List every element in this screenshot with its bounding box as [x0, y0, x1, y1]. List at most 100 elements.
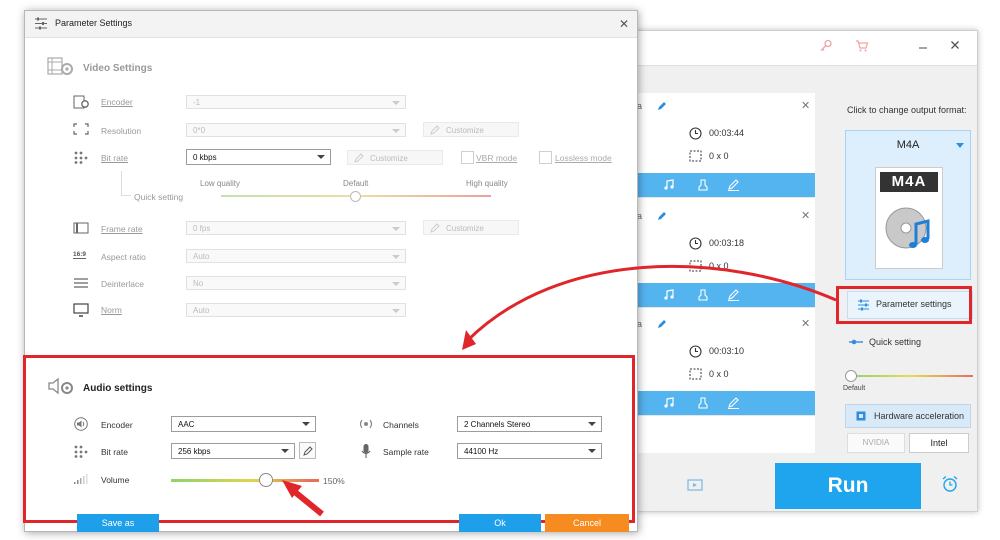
quality-high-label: High quality — [466, 179, 508, 188]
frame-rate-select[interactable]: 0 fps — [186, 221, 406, 235]
quick-setting-slider-track[interactable] — [849, 375, 973, 377]
edit-pencil-icon[interactable] — [657, 211, 667, 221]
edit-icon[interactable] — [727, 179, 740, 191]
quick-setting-default-label: Default — [843, 385, 866, 392]
audio-settings-title: Audio settings — [83, 383, 153, 394]
frame-rate-customize-button[interactable]: Customize — [423, 220, 519, 235]
frame-rate-label: Frame rate — [101, 224, 143, 234]
video-encoder-select[interactable]: -1 — [186, 95, 406, 109]
resolution-customize-button[interactable]: Customize — [423, 122, 519, 137]
edit-icon[interactable] — [727, 397, 740, 409]
volume-slider-handle[interactable] — [258, 473, 273, 487]
deinterlace-label: Deinterlace — [101, 279, 144, 289]
parameter-settings-highlight — [836, 286, 972, 324]
remove-file-icon[interactable]: ✕ — [801, 99, 810, 112]
channels-select[interactable]: 2 Channels Stereo — [457, 416, 602, 432]
file-card[interactable]: a ✕ 00:03:44 0 x 0 — [635, 93, 815, 198]
pencil-icon — [354, 153, 364, 163]
quick-setting-connector — [121, 171, 122, 195]
lossless-mode-label[interactable]: Lossless mode — [555, 153, 612, 163]
audio-track-icon[interactable] — [663, 179, 675, 191]
file-card-toolbar — [635, 391, 815, 415]
pencil-icon — [303, 446, 313, 456]
vbr-mode-checkbox[interactable] — [461, 151, 474, 164]
file-card[interactable]: a ✕ 00:03:18 0 x 0 — [635, 203, 815, 308]
audio-bitrate-edit-button[interactable] — [299, 442, 316, 459]
video-settings-title: Video Settings — [83, 63, 153, 74]
alarm-clock-icon[interactable] — [941, 475, 959, 493]
output-folder-icon[interactable] — [687, 478, 703, 492]
bitrate-dots-icon — [73, 150, 89, 164]
sample-rate-select[interactable]: 44100 Hz — [457, 443, 602, 459]
remove-file-icon[interactable]: ✕ — [801, 209, 810, 222]
run-button[interactable]: Run — [775, 463, 921, 509]
video-bitrate-label: Bit rate — [101, 153, 128, 163]
file-resolution: 0 x 0 — [709, 369, 729, 379]
frame-rate-icon — [73, 222, 89, 234]
video-quality-slider-handle[interactable] — [350, 191, 361, 202]
quality-default-label: Default — [343, 179, 369, 188]
hardware-acceleration-button[interactable]: Hardware acceleration — [845, 404, 971, 428]
lossless-mode-checkbox[interactable] — [539, 151, 552, 164]
frame-rate-customize-label: Customize — [446, 224, 484, 233]
audio-bitrate-dots-icon — [73, 444, 89, 458]
subtitle-icon[interactable] — [697, 179, 709, 191]
cart-icon[interactable] — [855, 39, 869, 53]
intel-option[interactable]: Intel — [909, 433, 969, 453]
resolution-icon — [73, 123, 89, 135]
deinterlace-select[interactable]: No — [186, 276, 406, 290]
settings-sliders-icon — [34, 17, 48, 30]
video-bitrate-select[interactable]: 0 kbps — [186, 149, 331, 165]
pencil-icon — [430, 223, 440, 233]
resolution-customize-label: Customize — [446, 126, 484, 135]
minimize-icon[interactable] — [917, 39, 929, 51]
audio-bitrate-label: Bit rate — [101, 447, 128, 457]
crop-icon — [689, 150, 702, 162]
audio-track-icon[interactable] — [663, 397, 675, 409]
nvidia-option[interactable]: NVIDIA — [847, 433, 905, 453]
aspect-ratio-select[interactable]: Auto — [186, 249, 406, 263]
quick-setting-icon — [849, 339, 863, 345]
audio-settings-icon — [47, 375, 75, 397]
norm-select[interactable]: Auto — [186, 303, 406, 317]
format-thumbnail: M4A — [875, 167, 943, 269]
audio-encoder-select[interactable]: AAC — [171, 416, 316, 432]
ok-button[interactable]: Ok — [459, 514, 541, 532]
video-quick-setting-label: Quick setting — [134, 192, 184, 202]
dialog-titlebar: Parameter Settings ✕ — [25, 11, 637, 38]
vbr-mode-label[interactable]: VBR mode — [476, 153, 517, 163]
subtitle-icon[interactable] — [697, 289, 709, 301]
norm-label: Norm — [101, 305, 122, 315]
audio-bitrate-select[interactable]: 256 kbps — [171, 443, 295, 459]
save-as-button[interactable]: Save as — [77, 514, 159, 532]
audio-settings-highlight — [23, 355, 635, 523]
edit-pencil-icon[interactable] — [657, 319, 667, 329]
file-card-toolbar — [635, 283, 815, 307]
file-resolution: 0 x 0 — [709, 261, 729, 271]
sample-rate-label: Sample rate — [383, 447, 429, 457]
edit-icon[interactable] — [727, 289, 740, 301]
video-resolution-label: Resolution — [101, 126, 142, 136]
bitrate-customize-label: Customize — [370, 154, 408, 163]
key-icon[interactable] — [819, 39, 833, 53]
change-format-label: Click to change output format: — [847, 105, 967, 115]
remove-file-icon[interactable]: ✕ — [801, 317, 810, 330]
file-card[interactable]: a ✕ 00:03:10 0 x 0 — [635, 311, 815, 416]
encoder-icon — [73, 95, 89, 109]
subtitle-icon[interactable] — [697, 397, 709, 409]
quality-low-label: Low quality — [200, 179, 241, 188]
video-resolution-select[interactable]: 0*0 — [186, 123, 406, 137]
bitrate-customize-button[interactable]: Customize — [347, 150, 443, 165]
quick-setting-slider-handle[interactable] — [845, 370, 857, 382]
volume-label: Volume — [101, 475, 130, 485]
channels-label: Channels — [383, 420, 419, 430]
dropdown-arrow-icon[interactable] — [956, 143, 964, 149]
output-format-selector[interactable]: M4A M4A — [845, 130, 971, 280]
close-icon[interactable] — [949, 39, 961, 51]
audio-track-icon[interactable] — [663, 289, 675, 301]
dialog-close-icon[interactable]: ✕ — [619, 17, 629, 31]
volume-slider-track[interactable] — [171, 479, 311, 482]
edit-pencil-icon[interactable] — [657, 101, 667, 111]
cancel-button[interactable]: Cancel — [545, 514, 629, 532]
volume-percent: 150% — [323, 476, 345, 486]
